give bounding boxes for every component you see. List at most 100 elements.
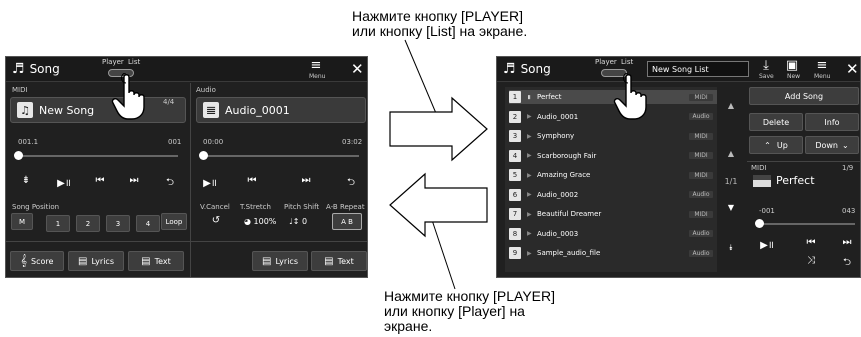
- tstretch-value-text: 100%: [253, 217, 277, 226]
- shuffle-icon[interactable]: ⤨: [801, 255, 821, 266]
- song-number: 2: [509, 110, 521, 123]
- marker-2-button[interactable]: 2: [76, 215, 100, 232]
- midi-position-knob[interactable]: [14, 151, 23, 160]
- lyrics-icon: ▤: [262, 255, 272, 267]
- audio-position-knob[interactable]: [199, 151, 208, 160]
- marker-4-button[interactable]: 4: [136, 215, 160, 232]
- loop-button[interactable]: Loop: [161, 213, 187, 230]
- current-song-display[interactable]: Perfect: [753, 174, 815, 187]
- move-down-label: Down: [815, 140, 838, 150]
- song-list-item[interactable]: 9 ▶ Sample_audio_file Audio: [509, 246, 717, 260]
- song-list-item[interactable]: 8 ▶ Audio_0003 Audio: [509, 227, 717, 241]
- song-list-item[interactable]: 4 ▶ Scarborough Fair MIDI: [509, 149, 717, 163]
- rewind-icon[interactable]: ⏮: [801, 237, 821, 248]
- new-icon[interactable]: ▣: [785, 59, 799, 72]
- song-list-item[interactable]: 3 ▶ Symphony MIDI: [509, 129, 717, 143]
- song-settings-icon[interactable]: ⇟: [16, 175, 36, 186]
- pitch-shift-label: Pitch Shift: [284, 203, 320, 211]
- tab-list[interactable]: List: [128, 58, 140, 66]
- song-position-track[interactable]: [759, 223, 855, 225]
- audio-position-track[interactable]: [203, 155, 359, 157]
- page-indicator: 1/1: [724, 177, 738, 186]
- song-name: Audio_0003: [537, 229, 579, 238]
- tab-list[interactable]: List: [621, 58, 633, 66]
- divider: [6, 241, 190, 242]
- title-bar: ♬ Song Player List New Song List ⤓ Save …: [497, 57, 860, 82]
- info-button[interactable]: Info: [805, 113, 859, 131]
- tstretch-value[interactable]: ◕ 100%: [244, 217, 276, 226]
- play-icon: ▶: [527, 210, 532, 218]
- audio-repeat-icon[interactable]: ⮌: [341, 175, 361, 192]
- song-list-item[interactable]: 7 ▶ Beautiful Dreamer MIDI: [509, 207, 717, 221]
- page-up-icon[interactable]: ▲: [721, 101, 741, 110]
- tab-player[interactable]: Player: [595, 58, 617, 66]
- score-label: Score: [31, 256, 54, 266]
- menu-icon[interactable]: ≡: [309, 59, 323, 72]
- vcancel-label: V.Cancel: [200, 203, 230, 211]
- marker-1-button[interactable]: 1: [46, 215, 70, 232]
- song-name: Beautiful Dreamer: [537, 210, 602, 218]
- audio-fast-forward-icon[interactable]: ⏭: [296, 175, 316, 186]
- scroll-up-icon[interactable]: ▲: [721, 149, 741, 158]
- page-down-icon[interactable]: ⯯: [721, 243, 741, 253]
- divider: [190, 83, 191, 277]
- divider: [747, 161, 860, 162]
- ab-repeat-button[interactable]: A B: [332, 213, 362, 230]
- current-song-name: Perfect: [776, 174, 815, 187]
- repeat-icon[interactable]: ⮌: [160, 175, 180, 192]
- audio-time-start: 00:00: [203, 138, 224, 146]
- song-position-knob[interactable]: [755, 219, 764, 228]
- pause-icon: ॥: [527, 94, 531, 101]
- song-type-badge: Audio: [689, 249, 713, 257]
- song-number: 1: [509, 91, 521, 103]
- app-title-text: Song: [520, 62, 551, 76]
- rewind-icon[interactable]: ⏮: [90, 175, 110, 186]
- song-type-badge: MIDI: [689, 171, 713, 179]
- audio-text-button[interactable]: ▤ Text: [311, 251, 367, 271]
- play-pause-icon[interactable]: ▶॥: [54, 175, 74, 189]
- song-list-item[interactable]: 5 ▶ Amazing Grace MIDI: [509, 168, 717, 182]
- menu-label: Menu: [814, 73, 831, 80]
- play-icon: ▶: [527, 152, 532, 159]
- tab-player[interactable]: Player: [102, 58, 124, 66]
- midi-song-selector[interactable]: ♫ New Song: [10, 97, 186, 123]
- menu-icon[interactable]: ≡: [815, 59, 829, 72]
- move-up-button[interactable]: ⌃ Up: [749, 136, 803, 154]
- lyrics-icon: ▤: [78, 255, 88, 267]
- fast-forward-icon[interactable]: ⏭: [124, 175, 144, 186]
- marker-m-button[interactable]: M: [11, 213, 33, 230]
- move-down-button[interactable]: Down ⌄: [805, 136, 859, 154]
- midi-position-track[interactable]: [18, 155, 178, 157]
- song-list-screen: ♬ Song Player List New Song List ⤓ Save …: [496, 56, 861, 278]
- fast-forward-icon[interactable]: ⏭: [837, 237, 857, 248]
- song-list-name-field[interactable]: New Song List: [647, 61, 749, 77]
- midi-song-name: New Song: [39, 103, 95, 117]
- marker-3-button[interactable]: 3: [106, 215, 130, 232]
- pitch-value[interactable]: ♩↕ 0: [289, 217, 307, 226]
- pointing-hand-icon: [111, 73, 145, 120]
- vocal-cancel-icon[interactable]: ↺: [206, 215, 226, 226]
- song-name: Amazing Grace: [537, 171, 591, 179]
- lyrics-button[interactable]: ▤ Lyrics: [68, 251, 124, 271]
- arrow-right-icon: [389, 96, 488, 162]
- delete-button[interactable]: Delete: [749, 113, 803, 131]
- song-list-item[interactable]: 6 ▶ Audio_0002 Audio: [509, 188, 717, 202]
- song-number: 8: [509, 227, 521, 240]
- text-button[interactable]: ▤ Text: [128, 251, 184, 271]
- repeat-icon[interactable]: ⮌: [837, 255, 857, 272]
- close-icon[interactable]: ✕: [351, 60, 364, 78]
- app-title: ♬ Song: [503, 61, 551, 77]
- waveform-icon: 𝌆: [203, 102, 219, 118]
- audio-rewind-icon[interactable]: ⏮: [242, 175, 262, 186]
- scroll-down-icon[interactable]: ▼: [721, 203, 741, 212]
- audio-lyrics-button[interactable]: ▤ Lyrics: [252, 251, 308, 271]
- add-song-button[interactable]: Add Song: [749, 87, 859, 105]
- score-button[interactable]: 𝄞 Score: [10, 251, 64, 271]
- audio-play-pause-icon[interactable]: ▶॥: [200, 175, 220, 189]
- pointing-hand-icon: [613, 73, 647, 120]
- play-pause-icon[interactable]: ▶॥: [757, 237, 777, 251]
- save-icon[interactable]: ⤓: [759, 59, 773, 72]
- song-number: 9: [509, 247, 521, 259]
- audio-song-selector[interactable]: 𝌆 Audio_0001: [196, 97, 366, 123]
- close-icon[interactable]: ✕: [846, 60, 859, 78]
